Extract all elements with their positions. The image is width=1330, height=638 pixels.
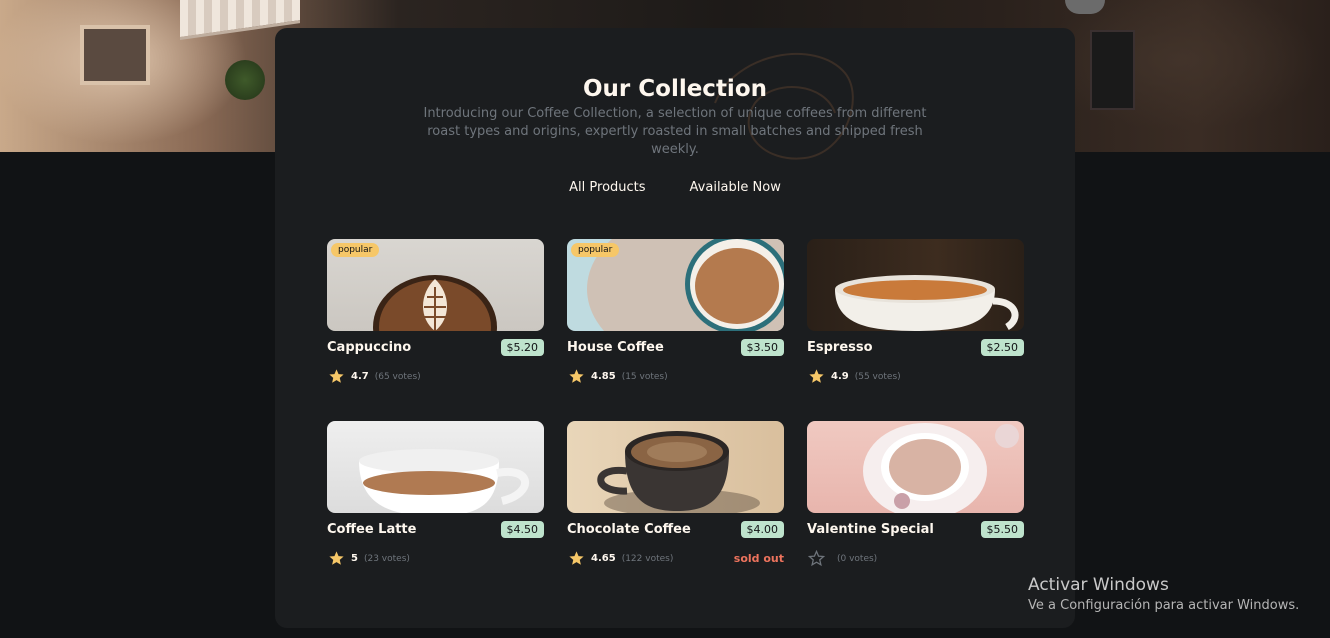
chocolate-coffee-photo [567,421,784,513]
star-filled-icon [329,551,344,565]
product-card[interactable]: Espresso $2.50 4.9 (55 votes) [807,239,1024,383]
espresso-photo [807,239,1024,331]
product-price: $2.50 [980,339,1024,356]
valentine-special-photo [807,421,1024,513]
product-name: Valentine Special [807,522,934,537]
rating-votes: (55 votes) [854,371,901,382]
product-price: $3.50 [740,339,784,356]
rating-score: 5 [351,553,358,564]
product-card[interactable]: Chocolate Coffee $4.00 4.65 (122 votes) … [567,421,784,565]
popular-badge: popular [571,243,620,257]
product-name: House Coffee [567,340,664,355]
windows-activation-watermark: Activar Windows Ve a Configuración para … [1028,575,1299,613]
product-card[interactable]: popular House Coffee $3.50 4.85 (15 vote… [567,239,784,383]
rating-votes: (65 votes) [374,371,421,382]
page-title: Our Collection [582,76,767,102]
cafe-window [80,25,150,85]
filter-all-products-button[interactable]: All Products [562,178,652,197]
product-card[interactable]: Coffee Latte $4.50 5 (23 votes) [327,421,544,565]
rating-score: 4.7 [351,371,369,382]
star-empty-icon [808,550,825,567]
coffee-latte-photo [327,421,544,513]
popular-badge: popular [331,243,380,257]
rating-votes: (122 votes) [621,553,674,564]
star-filled-icon [809,369,824,383]
filter-available-now-button[interactable]: Available Now [683,178,788,197]
product-price: $5.20 [500,339,544,356]
product-card[interactable]: Valentine Special $5.50 (0 votes) [807,421,1024,567]
product-name: Chocolate Coffee [567,522,691,537]
rating-score: 4.65 [591,553,616,564]
watermark-title: Activar Windows [1028,575,1169,595]
filter-tabs: All Products Available Now [275,178,1075,197]
product-name: Coffee Latte [327,522,417,537]
collection-panel: Our Collection Introducing our Coffee Co… [275,28,1075,628]
page-subtitle: Introducing our Coffee Collection, a sel… [423,106,927,157]
watermark-subtitle: Ve a Configuración para activar Windows. [1028,598,1300,613]
star-filled-icon [569,551,584,565]
star-filled-icon [329,369,344,383]
sold-out-label: sold out [733,552,784,565]
cappuccino-photo: popular [327,239,544,331]
rating-votes: (0 votes) [837,553,878,564]
lamp-decoration [1065,0,1105,14]
product-card[interactable]: popular Cappuccino $5.20 4.7 (65 votes) [327,239,544,383]
product-rating: 4.65 (122 votes) [568,550,673,567]
product-rating: 4.7 (65 votes) [328,368,421,385]
plant-decoration [225,60,265,100]
rating-votes: (15 votes) [621,371,668,382]
product-rating: 4.9 (55 votes) [808,368,901,385]
rating-score: 4.9 [831,371,849,382]
house-coffee-photo: popular [567,239,784,331]
product-name: Espresso [807,340,873,355]
rating-score: 4.85 [591,371,616,382]
product-rating: 5 (23 votes) [328,550,410,567]
star-filled-icon [569,369,584,383]
rating-votes: (23 votes) [363,553,410,564]
product-price: $4.50 [500,521,544,538]
menu-board-decoration [1090,30,1135,110]
product-rating: (0 votes) [808,550,877,567]
product-price: $4.00 [740,521,784,538]
product-rating: 4.85 (15 votes) [568,368,668,385]
product-name: Cappuccino [327,340,412,355]
product-price: $5.50 [980,521,1024,538]
